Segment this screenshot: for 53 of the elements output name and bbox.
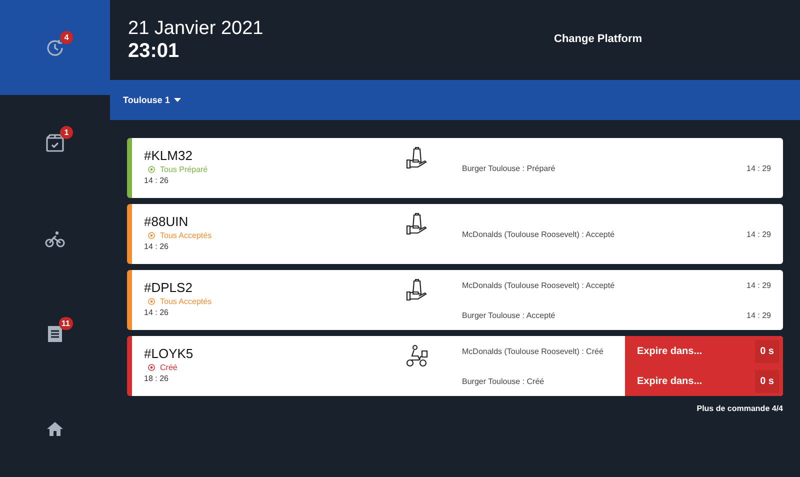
time-text: 23:01 (128, 40, 180, 62)
countdown: 0 s (755, 340, 779, 362)
status-dot-icon (148, 298, 155, 305)
restaurant-status: McDonalds (Toulouse Roosevelt) : Créé (462, 346, 604, 356)
restaurant-status: Burger Toulouse : Créé (462, 376, 546, 386)
order-id: #88UIN (144, 214, 190, 229)
sidebar-item[interactable]: 11 (0, 286, 110, 382)
status-dot-icon (148, 232, 155, 239)
line-time: 14 : 29 (746, 230, 772, 238)
order-card[interactable]: #88UIN Tous Acceptés 14 : 26 McDonalds (Toulouse Roosevelt) : Accepté 14 : 29 (127, 204, 783, 264)
caret-icon (174, 98, 181, 102)
clock-icon (45, 38, 65, 58)
box-check-icon (45, 133, 65, 154)
order-status: Créé (160, 363, 178, 372)
cyclist-icon (45, 228, 65, 249)
scooter-rider-icon (405, 344, 429, 368)
order-time: 18 : 26 (144, 374, 170, 383)
order-time: 14 : 26 (144, 308, 170, 317)
order-card[interactable]: #LOYK5 Créé 18 : 26 McDonalds (Toulouse Roosevelt) : Créé Expire dans... 0 s Burger Toulouse : Créé Expire dans... 0 s (127, 336, 783, 396)
restaurant-status: Burger Toulouse : Accepté (462, 310, 556, 320)
order-id: #DPLS2 (144, 280, 194, 295)
count-badge: 1 (60, 126, 73, 140)
status-dot-icon (148, 364, 155, 371)
restaurant-status: McDonalds (Toulouse Roosevelt) : Accepté (462, 280, 616, 290)
countdown: 0 s (755, 370, 779, 392)
more-orders-text: Plus de commande 4/4 (696, 404, 783, 413)
sidebar-item[interactable]: 1 (0, 95, 110, 191)
order-time: 14 : 26 (144, 176, 170, 185)
order-card[interactable]: #DPLS2 Tous Acceptés 14 : 26 McDonalds (Toulouse Roosevelt) : Accepté 14 : 29 Burger Toulouse : Accepté 14 : 29 (127, 270, 783, 330)
line-time: 14 : 29 (746, 280, 772, 290)
location-dropdown[interactable]: Toulouse 1 (123, 95, 181, 105)
expire-label: Expire dans... (637, 346, 702, 356)
hand-bag-icon (405, 212, 429, 236)
count-badge: 11 (58, 316, 73, 330)
order-id: #LOYK5 (144, 346, 194, 361)
order-status: Tous Préparé (160, 165, 208, 174)
sidebar-item[interactable]: 4 (0, 0, 110, 96)
line-time: 14 : 29 (746, 164, 772, 172)
date-text: 21 Janvier 2021 (128, 18, 264, 40)
restaurant-status: Burger Toulouse : Préparé (462, 164, 556, 172)
order-status: Tous Acceptés (160, 231, 212, 240)
order-card[interactable]: #KLM32 Tous Préparé 14 : 26 Burger Toulouse : Préparé 14 : 29 (127, 138, 783, 198)
line-time: 14 : 29 (746, 310, 772, 320)
restaurant-status: McDonalds (Toulouse Roosevelt) : Accepté (462, 230, 616, 238)
change-platform-button[interactable]: Change Platform (548, 32, 648, 46)
order-time: 14 : 26 (144, 242, 170, 251)
order-status: Tous Acceptés (160, 297, 212, 306)
hand-bag-icon (405, 278, 429, 302)
hand-bag-icon (405, 146, 429, 170)
order-id: #KLM32 (144, 148, 194, 163)
count-badge: 4 (60, 30, 73, 44)
expire-label: Expire dans... (637, 376, 702, 386)
status-dot-icon (148, 166, 155, 173)
